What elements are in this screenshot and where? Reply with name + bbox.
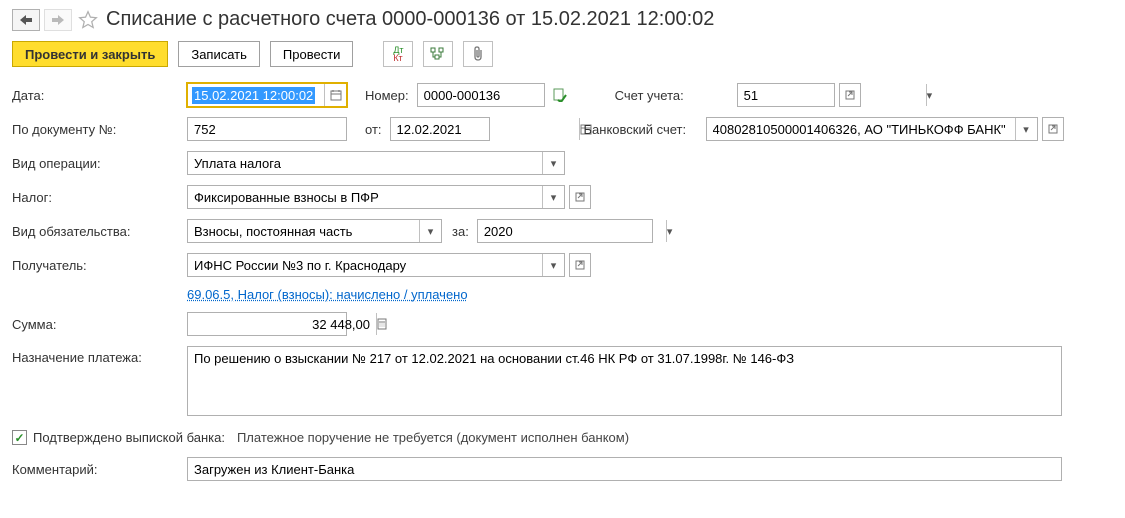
for-label: за: [452,224,469,239]
docno-label: По документу №: [12,122,187,137]
obligation-input[interactable]: ▾ [187,219,442,243]
nav-back-button[interactable] [12,9,40,31]
dropdown-icon[interactable]: ▾ [666,220,673,242]
write-button[interactable]: Записать [178,41,260,67]
attachments-button[interactable] [463,41,493,67]
open-icon [1048,124,1058,134]
docno-input[interactable] [187,117,347,141]
arrow-right-icon [52,15,64,25]
sum-input[interactable] [187,312,347,336]
dtkt-icon: ДтКт [393,46,403,62]
recipient-label: Получатель: [12,258,187,273]
post-and-close-button[interactable]: Провести и закрыть [12,41,168,67]
tax-value[interactable] [188,186,542,208]
docdate-input[interactable] [390,117,490,141]
year-input[interactable]: ▾ [477,219,653,243]
no-payment-order-text: Платежное поручение не требуется (докуме… [237,430,629,445]
page-title: Списание с расчетного счета 0000-000136 … [106,8,714,31]
dropdown-icon[interactable]: ▾ [926,84,933,106]
bankacc-open-button[interactable] [1042,117,1064,141]
bankacc-input[interactable]: ▾ [706,117,1038,141]
arrow-left-icon [20,15,32,25]
dropdown-icon[interactable]: ▾ [1015,118,1037,140]
related-docs-button[interactable] [423,41,453,67]
nav-forward-button [44,9,72,31]
comment-value[interactable] [188,458,1061,480]
date-label: Дата: [12,88,187,103]
number-label: Номер: [365,88,409,103]
date-input[interactable]: 15.02.2021 12:00:02 [187,83,347,107]
tax-open-button[interactable] [569,185,591,209]
calculator-icon[interactable] [376,313,387,335]
calendar-icon[interactable] [324,84,346,106]
recipient-input[interactable]: ▾ [187,253,565,277]
post-button[interactable]: Провести [270,41,354,67]
tax-input[interactable]: ▾ [187,185,565,209]
account-value[interactable] [738,84,926,106]
account-input[interactable]: ▾ [737,83,835,107]
number-input[interactable] [417,83,545,107]
optype-label: Вид операции: [12,156,187,171]
check-icon: ✓ [14,431,24,445]
purpose-textarea[interactable] [187,346,1062,416]
comment-input[interactable] [187,457,1062,481]
dropdown-icon[interactable]: ▾ [542,152,564,174]
optype-input[interactable]: ▾ [187,151,565,175]
from-label: от: [365,122,382,137]
purpose-label: Назначение платежа: [12,346,187,365]
account-label: Счет учета: [615,88,737,103]
open-icon [575,260,585,270]
year-value[interactable] [478,220,666,242]
recipient-open-button[interactable] [569,253,591,277]
dropdown-icon[interactable]: ▾ [419,220,441,242]
obligation-value[interactable] [188,220,419,242]
recipient-value[interactable] [188,254,542,276]
posted-status-icon [553,88,567,102]
confirmed-checkbox[interactable]: ✓ [12,430,27,445]
bankacc-label: Банковский счет: [584,122,706,137]
tax-settlement-link[interactable]: 69.06.5, Налог (взносы): начислено / упл… [187,287,468,302]
confirmed-label: Подтверждено выпиской банка: [33,430,225,445]
dropdown-icon[interactable]: ▾ [542,254,564,276]
paperclip-icon [471,46,485,62]
open-icon [845,90,855,100]
sum-value[interactable] [188,313,376,335]
favorite-star-icon[interactable] [78,10,98,30]
comment-label: Комментарий: [12,462,187,477]
dtkt-button[interactable]: ДтКт [383,41,413,67]
date-value: 15.02.2021 12:00:02 [192,87,315,104]
optype-value[interactable] [188,152,542,174]
structure-icon [430,47,446,61]
tax-label: Налог: [12,190,187,205]
open-icon [575,192,585,202]
account-open-button[interactable] [839,83,861,107]
docdate-value[interactable] [391,118,579,140]
obligation-label: Вид обязательства: [12,224,187,239]
bankacc-value[interactable] [707,118,1015,140]
sum-label: Сумма: [12,317,187,332]
dropdown-icon[interactable]: ▾ [542,186,564,208]
docno-value[interactable] [188,118,376,140]
number-value[interactable] [418,84,606,106]
